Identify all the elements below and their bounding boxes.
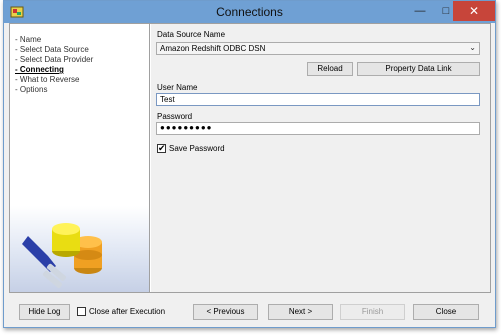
username-value: Test xyxy=(160,95,175,104)
property-data-link-button[interactable]: Property Data Link xyxy=(357,62,480,76)
password-input[interactable]: ●●●●●●●●● xyxy=(156,122,480,135)
save-password-checkbox[interactable]: ✔ xyxy=(157,143,166,153)
wizard-step-item[interactable]: - What to Reverse xyxy=(15,75,93,85)
client-area: - Name - Select Data Source - Select Data … xyxy=(9,23,491,293)
check-icon: ✔ xyxy=(158,143,166,153)
password-value: ●●●●●●●●● xyxy=(160,123,213,132)
close-button[interactable]: Close xyxy=(413,304,479,320)
close-after-execution-checkbox[interactable] xyxy=(77,307,86,316)
wizard-step-item[interactable]: - Name xyxy=(15,35,93,45)
save-password-label: Save Password xyxy=(169,144,225,153)
wizard-step-item[interactable]: - Select Data Source xyxy=(15,45,93,55)
database-plug-icon xyxy=(22,223,102,288)
wizard-step-item[interactable]: - Options xyxy=(15,85,93,95)
wizard-step-item[interactable]: - Connecting xyxy=(15,65,93,75)
next-button[interactable]: Next > xyxy=(268,304,333,320)
close-icon[interactable]: ✕ xyxy=(453,1,495,21)
title-bar[interactable]: Connections — □ ✕ xyxy=(4,1,495,23)
wizard-steps-list: - Name - Select Data Source - Select Data … xyxy=(15,35,93,95)
datasource-value: Amazon Redshift ODBC DSN xyxy=(160,44,266,53)
username-input[interactable]: Test xyxy=(156,93,480,106)
close-after-execution-label: Close after Execution xyxy=(89,307,166,316)
password-label: Password xyxy=(157,112,193,121)
connections-window: Connections — □ ✕ - Name - Select Data So… xyxy=(3,0,496,328)
reload-button[interactable]: Reload xyxy=(307,62,353,76)
connection-illustration xyxy=(10,206,149,292)
wizard-steps-panel: - Name - Select Data Source - Select Data … xyxy=(10,24,150,292)
finish-button[interactable]: Finish xyxy=(340,304,405,320)
username-label: User Name xyxy=(157,83,198,92)
hide-log-button[interactable]: Hide Log xyxy=(19,304,70,320)
connection-form: Data Source Name Amazon Redshift ODBC DS… xyxy=(151,24,490,292)
datasource-select[interactable]: Amazon Redshift ODBC DSN ⌄ xyxy=(156,42,480,55)
chevron-down-icon: ⌄ xyxy=(469,43,476,52)
previous-button[interactable]: < Previous xyxy=(193,304,258,320)
datasource-label: Data Source Name xyxy=(157,30,226,39)
minimize-icon[interactable]: — xyxy=(407,1,433,21)
wizard-step-item[interactable]: - Select Data Provider xyxy=(15,55,93,65)
